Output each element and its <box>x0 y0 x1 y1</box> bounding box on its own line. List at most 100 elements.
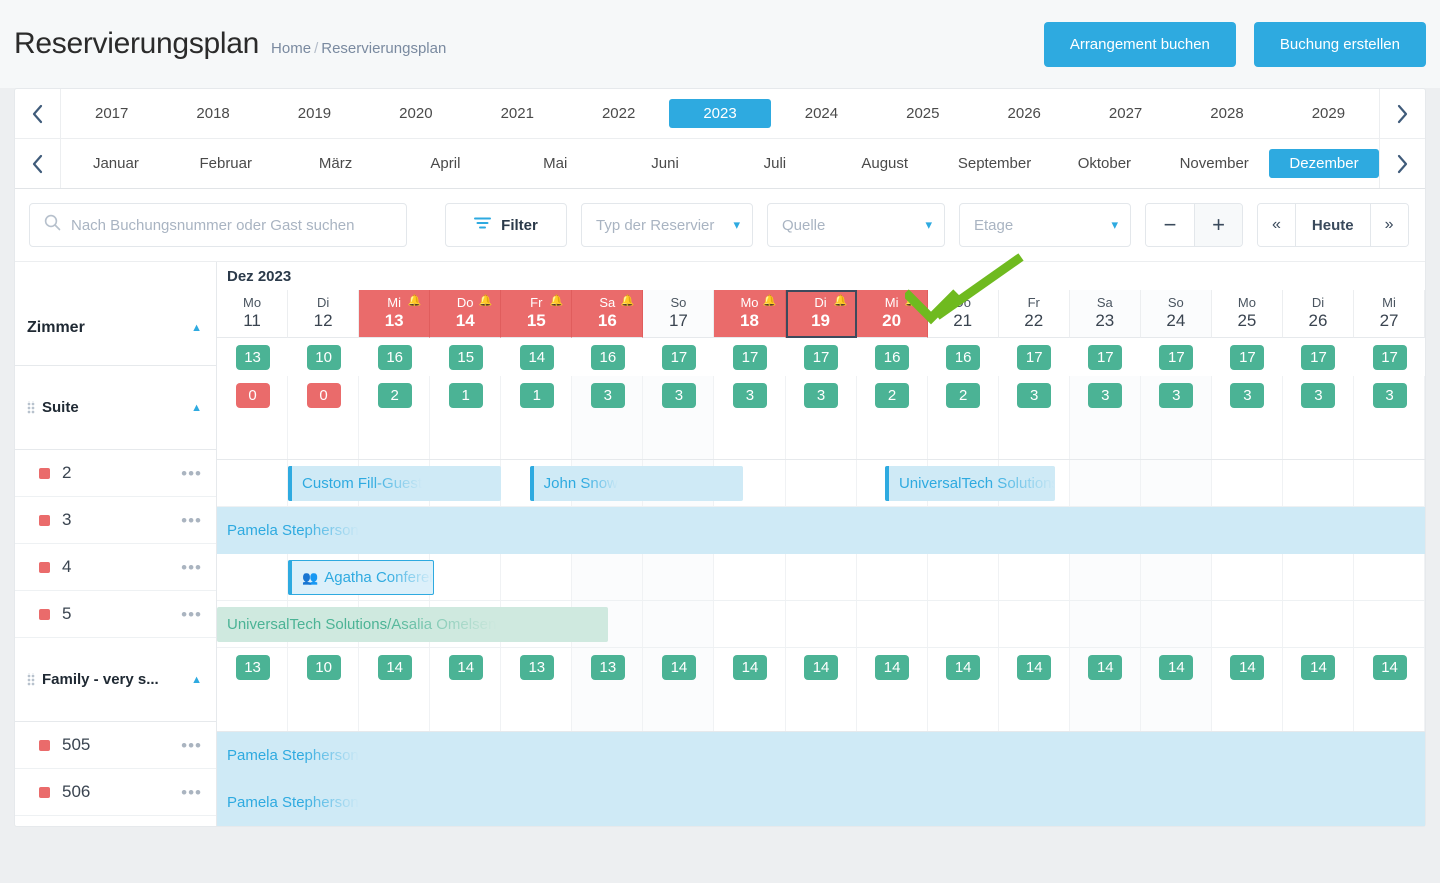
floor-select[interactable]: Etage ▾ <box>959 203 1131 247</box>
day-cell-21[interactable]: Do 21 <box>927 290 999 338</box>
day-cell-15[interactable]: Fr 15 🔔 <box>501 290 573 338</box>
nav-prev-button[interactable]: « <box>1258 204 1295 246</box>
year-option-2019[interactable]: 2019 <box>264 99 365 128</box>
zoom-out-button[interactable]: − <box>1146 204 1194 246</box>
reservation-type-select[interactable]: Typ der Reservier ▾ <box>581 203 753 247</box>
day-cell-16[interactable]: Sa 16 🔔 <box>572 290 644 338</box>
day-cell-18[interactable]: Mo 18 🔔 <box>714 290 786 338</box>
day-cell-25[interactable]: Mo 25 <box>1211 290 1283 338</box>
group-header-0[interactable]: Suite ▲ <box>15 366 216 450</box>
drag-handle-icon[interactable] <box>27 401 35 414</box>
year-option-2025[interactable]: 2025 <box>872 99 973 128</box>
collapse-caret-icon[interactable]: ▲ <box>191 402 202 414</box>
month-option-Februar[interactable]: Februar <box>171 149 281 178</box>
prev-month-arrow[interactable] <box>15 139 61 188</box>
availability-cell: 13 <box>572 648 643 686</box>
room-number: 506 <box>62 782 91 801</box>
day-cell-20[interactable]: Mi 20 🔔 <box>856 290 928 338</box>
availability-cell: 13 <box>501 648 572 686</box>
day-cell-23[interactable]: Sa 23 <box>1069 290 1141 338</box>
booking-bar[interactable]: Pamela Stepherson <box>217 732 1425 779</box>
year-option-2027[interactable]: 2027 <box>1075 99 1176 128</box>
year-option-2029[interactable]: 2029 <box>1278 99 1379 128</box>
room-sidebar-row[interactable]: 5 ••• <box>15 591 216 638</box>
breadcrumb-home[interactable]: Home <box>271 40 311 57</box>
month-option-September[interactable]: September <box>940 149 1050 178</box>
nav-next-button[interactable]: » <box>1370 204 1408 246</box>
day-cell-26[interactable]: Di 26 <box>1282 290 1354 338</box>
day-cell-27[interactable]: Mi 27 <box>1354 290 1425 338</box>
next-year-arrow[interactable] <box>1379 89 1425 138</box>
filter-button[interactable]: Filter <box>445 203 567 247</box>
group-header-zimmer[interactable]: Zimmer ▲ <box>15 290 216 366</box>
year-option-2020[interactable]: 2020 <box>365 99 466 128</box>
room-sidebar-row[interactable]: 506 ••• <box>15 769 216 816</box>
room-sidebar-row[interactable]: 2 ••• <box>15 450 216 497</box>
day-cell-11[interactable]: Mo 11 <box>217 290 289 338</box>
month-option-April[interactable]: April <box>390 149 500 178</box>
filter-toolbar: Filter Typ der Reservier ▾ Quelle ▾ Etag… <box>15 189 1425 262</box>
availability-badge: 13 <box>235 654 270 680</box>
year-option-2026[interactable]: 2026 <box>974 99 1075 128</box>
room-options-button[interactable]: ••• <box>181 737 202 754</box>
search-box[interactable] <box>29 203 407 247</box>
availability-row-group: 13 10 14 14 13 13 14 14 14 14 14 14 14 14 14 14 14 <box>217 648 1425 686</box>
group-header-1[interactable]: Family - very s... ▲ <box>15 638 216 722</box>
month-option-Mai[interactable]: Mai <box>500 149 610 178</box>
day-weekday: Fr <box>530 294 543 310</box>
booking-bar[interactable]: John Snow <box>529 466 743 501</box>
next-month-arrow[interactable] <box>1379 139 1425 188</box>
day-cell-17[interactable]: So 17 <box>643 290 715 338</box>
book-arrangement-button[interactable]: Arrangement buchen <box>1043 21 1236 67</box>
year-option-2017[interactable]: 2017 <box>61 99 162 128</box>
booking-bar[interactable]: UniversalTech Solutions <box>884 466 1056 501</box>
day-cell-14[interactable]: Do 14 🔔 <box>430 290 502 338</box>
room-sidebar-row[interactable]: 3 ••• <box>15 497 216 544</box>
month-option-Oktober[interactable]: Oktober <box>1049 149 1159 178</box>
nav-today-button[interactable]: Heute <box>1294 204 1371 246</box>
day-cell-22[interactable]: Fr 22 <box>998 290 1070 338</box>
month-option-Januar[interactable]: Januar <box>61 149 171 178</box>
calendar-timeline: Dez 2023 Mo 11 Di 12 Mi 13 🔔 Do 14 🔔 Fr 15 🔔 Sa 16 🔔 So 17… <box>217 262 1425 826</box>
booking-bar[interactable]: Pamela Stepherson <box>217 779 1425 826</box>
year-option-2028[interactable]: 2028 <box>1176 99 1277 128</box>
create-booking-button[interactable]: Buchung erstellen <box>1253 21 1426 67</box>
room-options-button[interactable]: ••• <box>181 784 202 801</box>
source-select[interactable]: Quelle ▾ <box>767 203 945 247</box>
prev-year-arrow[interactable] <box>15 89 61 138</box>
day-cell-13[interactable]: Mi 13 🔔 <box>359 290 431 338</box>
bell-icon: 🔔 <box>549 295 564 307</box>
year-option-2018[interactable]: 2018 <box>162 99 263 128</box>
drag-handle-icon[interactable] <box>27 673 35 686</box>
day-cell-24[interactable]: So 24 <box>1140 290 1212 338</box>
room-sidebar-row[interactable]: 4 ••• <box>15 544 216 591</box>
month-option-November[interactable]: November <box>1159 149 1269 178</box>
room-sidebar-row[interactable]: 505 ••• <box>15 722 216 769</box>
booking-bar[interactable]: UniversalTech Solutions/Asalia Omelsen <box>217 607 608 642</box>
year-option-2023[interactable]: 2023 <box>669 99 771 128</box>
day-weekday: Di <box>316 294 330 310</box>
day-cell-19[interactable]: Di 19 🔔 <box>785 290 857 338</box>
room-options-button[interactable]: ••• <box>181 606 202 623</box>
collapse-caret-icon[interactable]: ▲ <box>191 322 202 334</box>
search-input[interactable] <box>71 216 392 234</box>
year-option-2024[interactable]: 2024 <box>771 99 872 128</box>
day-cell-12[interactable]: Di 12 <box>288 290 360 338</box>
month-option-August[interactable]: August <box>830 149 940 178</box>
collapse-caret-icon[interactable]: ▲ <box>191 674 202 686</box>
booking-bar[interactable]: Custom Fill-Guest <box>288 466 502 501</box>
month-option-Dezember[interactable]: Dezember <box>1269 149 1379 178</box>
room-options-button[interactable]: ••• <box>181 465 202 482</box>
booking-bar[interactable]: 👥 Agatha Conference <box>288 560 434 595</box>
year-option-2021[interactable]: 2021 <box>467 99 568 128</box>
month-option-Juli[interactable]: Juli <box>720 149 830 178</box>
month-option-Juni[interactable]: Juni <box>610 149 720 178</box>
room-timeline-row: Pamela Stepherson <box>217 779 1425 826</box>
zoom-in-button[interactable]: + <box>1194 204 1242 246</box>
month-option-März[interactable]: März <box>281 149 391 178</box>
room-options-button[interactable]: ••• <box>181 512 202 529</box>
room-options-button[interactable]: ••• <box>181 559 202 576</box>
booking-bar[interactable]: Pamela Stepherson <box>217 507 1425 554</box>
room-number: 505 <box>62 735 91 754</box>
year-option-2022[interactable]: 2022 <box>568 99 669 128</box>
